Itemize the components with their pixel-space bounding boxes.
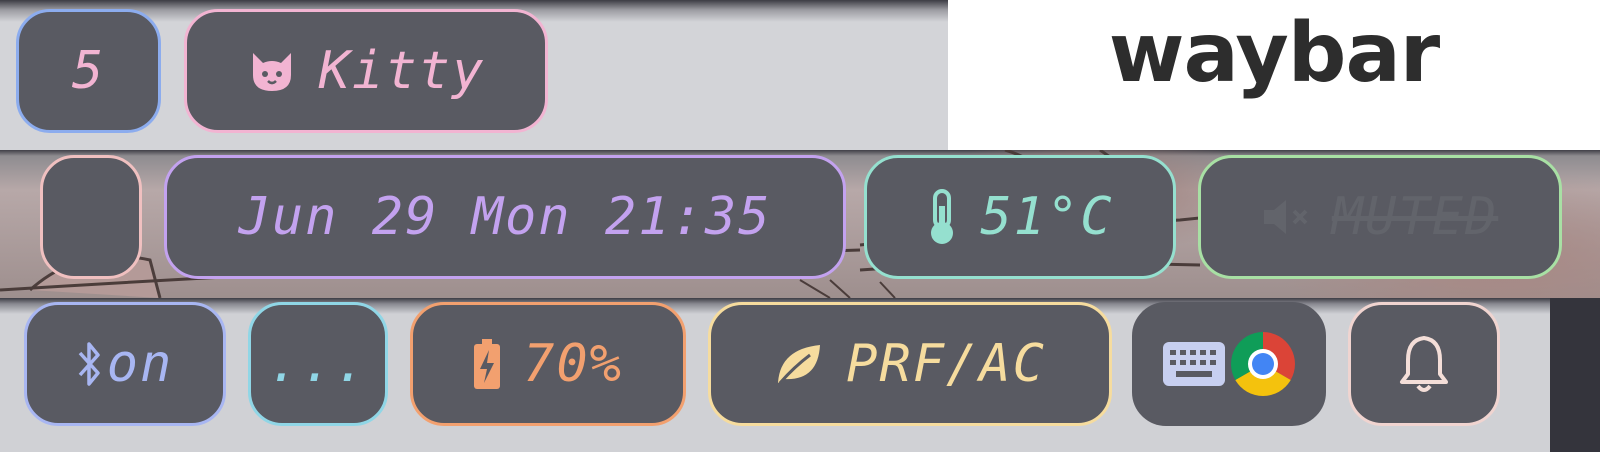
workspace-button[interactable]: 5: [16, 9, 161, 133]
power-profile-module[interactable]: PRF/AC: [708, 302, 1112, 426]
network-label: ...: [268, 334, 368, 394]
battery-module[interactable]: 70%: [410, 302, 686, 426]
clock-module[interactable]: Jun 29 Mon 21:35: [164, 155, 846, 279]
network-module[interactable]: ...: [248, 302, 388, 426]
bottom-bar: on ... 70% PRF/AC: [0, 298, 1550, 452]
keyboard-icon[interactable]: [1162, 341, 1226, 387]
power-profile-label: PRF/AC: [846, 334, 1046, 394]
bluetooth-label: on: [106, 334, 174, 394]
middle-bar: Jun 29 Mon 21:35 51°C MUTED: [0, 150, 1600, 298]
bluetooth-module[interactable]: on: [24, 302, 226, 426]
cat-icon: [247, 49, 297, 93]
chrome-icon[interactable]: [1230, 331, 1296, 397]
temperature-label: 51°C: [980, 187, 1114, 247]
leaf-icon: [774, 341, 824, 387]
bar-edge: [1550, 298, 1600, 452]
page-title: waybar: [1108, 6, 1441, 101]
speaker-muted-icon: [1262, 197, 1310, 237]
bluetooth-icon: [77, 338, 101, 390]
audio-module[interactable]: MUTED: [1198, 155, 1562, 279]
audio-label: MUTED: [1331, 187, 1499, 247]
bell-icon: [1398, 334, 1450, 394]
window-title[interactable]: Kitty: [184, 9, 548, 133]
battery-charging-icon: [473, 338, 501, 390]
system-tray[interactable]: [1132, 302, 1326, 426]
empty-module[interactable]: [40, 155, 142, 279]
title-panel: waybar: [948, 0, 1600, 150]
top-bar: 5 Kitty: [0, 0, 948, 150]
workspace-number: 5: [71, 41, 106, 101]
thermometer-icon: [926, 188, 958, 246]
clock-label: Jun 29 Mon 21:35: [238, 187, 772, 247]
battery-label: 70%: [523, 334, 623, 394]
temperature-module[interactable]: 51°C: [864, 155, 1176, 279]
notifications-button[interactable]: [1348, 302, 1500, 426]
window-label: Kitty: [318, 41, 486, 101]
